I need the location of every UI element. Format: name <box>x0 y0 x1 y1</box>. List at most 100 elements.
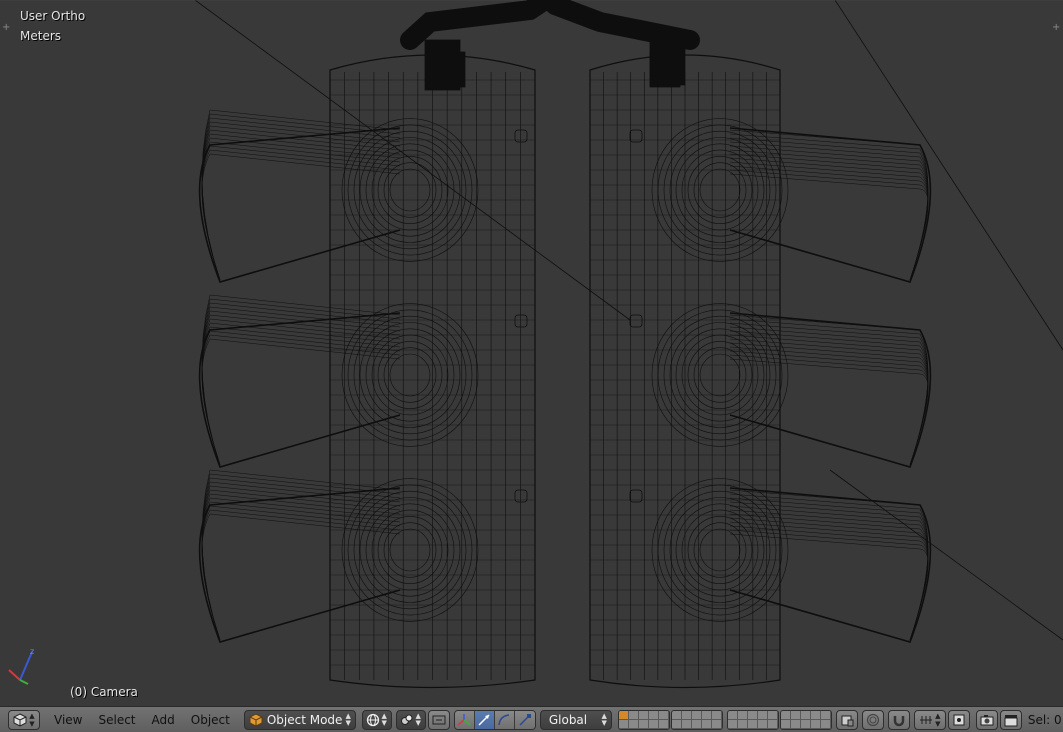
clip <box>629 489 643 503</box>
visor-wire <box>729 521 929 641</box>
visor-wire <box>201 481 401 641</box>
visor-wire <box>201 153 401 281</box>
lens-ring <box>359 497 461 603</box>
lens-ring <box>371 149 449 231</box>
visor-wire <box>201 121 401 281</box>
pipe <box>400 0 555 50</box>
active-object-label: (0) Camera <box>70 685 138 699</box>
menu-add[interactable]: Add <box>144 710 183 730</box>
lens-ring <box>365 328 455 422</box>
scale-icon <box>519 713 531 726</box>
lens-ring <box>353 315 467 435</box>
lens-ring <box>699 353 741 397</box>
transform-orientation-label: Global <box>548 712 588 727</box>
visor-wire <box>729 529 929 641</box>
magnet-icon <box>893 715 905 726</box>
cube-icon <box>13 712 27 727</box>
snap-increment-icon <box>920 715 933 724</box>
lens-ring <box>389 353 431 397</box>
visor-outline <box>729 312 932 468</box>
background-wire-line <box>834 0 1063 351</box>
layers-block-2[interactable] <box>670 709 723 730</box>
lens-ring <box>675 328 765 422</box>
3d-viewport[interactable]: + + User Ortho Meters (0) Camera z <box>0 0 1063 706</box>
menu-object[interactable]: Object <box>183 710 238 730</box>
mode-dropdown[interactable]: Object Mode ▲ ▼ <box>243 709 356 730</box>
visor-outline <box>729 487 932 643</box>
lens-ring <box>365 503 455 597</box>
snap-target-button[interactable] <box>947 709 970 730</box>
lens-ring <box>681 149 759 231</box>
lens-ring <box>371 334 449 416</box>
proportional-editing-button[interactable] <box>861 709 884 730</box>
visor-wire <box>729 173 929 281</box>
axis-gizmo-icon: z <box>8 647 34 685</box>
lens-ring <box>359 137 461 243</box>
layers-grid-left[interactable] <box>617 709 723 730</box>
translate-manipulator-button[interactable] <box>474 710 495 729</box>
region-plus-icon-left[interactable]: + <box>2 23 11 33</box>
snap-target-icon <box>953 714 965 725</box>
lens-ring <box>389 528 431 572</box>
layers-block-4[interactable] <box>779 709 832 730</box>
opengl-render-image-button[interactable] <box>975 709 998 730</box>
lens-ring <box>389 168 431 212</box>
lens-ring <box>359 322 461 428</box>
viewport-shading-dropdown[interactable]: ▲ ▼ <box>361 709 392 730</box>
pivot-only-origins-button[interactable] <box>427 709 450 730</box>
pivot-point-dropdown[interactable]: ▲ ▼ <box>395 709 426 730</box>
lens-ring <box>383 347 437 403</box>
lens-ring <box>687 156 753 224</box>
menu-select[interactable]: Select <box>90 710 143 730</box>
camera-icon <box>980 714 994 725</box>
clip <box>514 489 528 503</box>
lens-ring <box>663 130 777 250</box>
visor-wire <box>201 330 401 466</box>
lens-ring <box>687 516 753 584</box>
proportional-circle-icon <box>866 713 879 726</box>
visor-wire <box>729 358 929 466</box>
pivot-icon <box>400 714 413 725</box>
viewport-header: ▲ ▼ View Select Add Object Object Mode ▲ ▼… <box>0 706 1063 732</box>
lens-ring <box>347 309 473 441</box>
visor-wire <box>729 161 929 281</box>
view-name-label: User Ortho <box>20 9 86 23</box>
globe-icon <box>366 713 379 726</box>
snap-toggle-button[interactable] <box>887 709 910 730</box>
visor-wire <box>201 125 401 281</box>
clip <box>514 314 528 328</box>
layers-block-1[interactable] <box>617 709 670 730</box>
rotate-manipulator-button[interactable] <box>494 710 515 729</box>
pipe-drop <box>649 39 686 86</box>
lens-ring <box>353 130 467 250</box>
transform-orientation-dropdown[interactable]: Global ▲ ▼ <box>539 709 612 730</box>
opengl-render-animation-button[interactable] <box>999 709 1022 730</box>
wireframe-scene[interactable] <box>0 0 1063 706</box>
lens-ring <box>687 341 753 409</box>
lens-ring <box>675 503 765 597</box>
visor-outline <box>198 487 401 643</box>
visor-wire <box>201 306 401 466</box>
lens-ring <box>699 528 741 572</box>
lens-ring <box>681 509 759 591</box>
manipulator-icon <box>457 713 471 726</box>
layers-block-3[interactable] <box>726 709 779 730</box>
lock-layers-button[interactable] <box>835 709 858 730</box>
scale-manipulator-button[interactable] <box>514 710 535 729</box>
clip <box>514 129 528 143</box>
lens-ring <box>371 509 449 591</box>
snap-element-dropdown[interactable]: ▲ ▼ <box>913 709 946 730</box>
layers-grid-right[interactable] <box>726 709 832 730</box>
clapperboard-icon <box>1004 714 1018 726</box>
visor-wire <box>201 310 401 466</box>
region-plus-icon-right[interactable]: + <box>1052 23 1061 33</box>
pipe <box>545 0 700 50</box>
lens-ring <box>663 315 777 435</box>
rotate-arc-icon <box>498 713 510 725</box>
manipulator-toggle-button[interactable] <box>454 710 475 729</box>
lens-ring <box>353 490 467 610</box>
visor-outline <box>198 127 401 283</box>
editor-type-button[interactable]: ▲ ▼ <box>8 709 40 730</box>
menu-view[interactable]: View <box>46 710 90 730</box>
visor-wire <box>729 338 929 466</box>
